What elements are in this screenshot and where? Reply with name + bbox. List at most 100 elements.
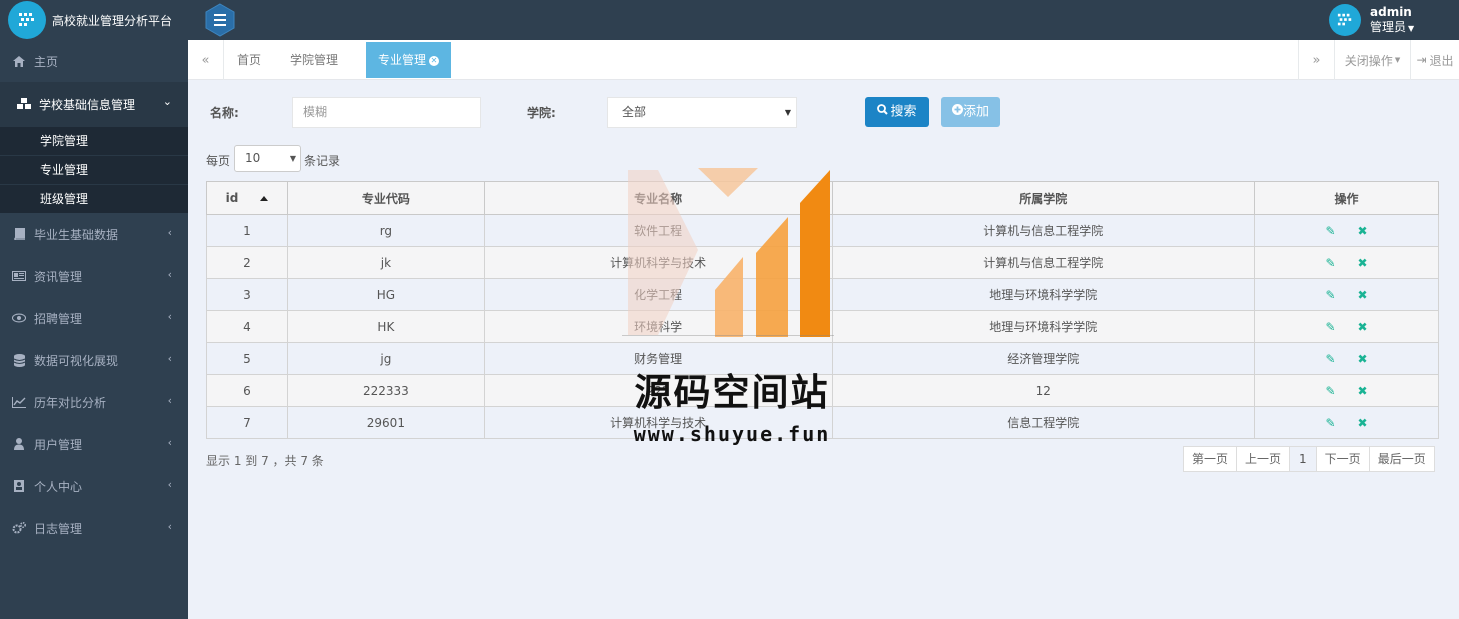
- sidebar-item-home[interactable]: 主页: [0, 40, 188, 82]
- column-header-college[interactable]: 所属学院: [831, 181, 1256, 215]
- sidebar-submenu: 学院管理 专业管理 班级管理: [0, 126, 188, 213]
- cell-code: 29601: [286, 406, 485, 439]
- delete-icon[interactable]: ✖: [1358, 352, 1368, 366]
- user-name: admin: [1370, 4, 1412, 19]
- edit-icon[interactable]: ✎: [1325, 384, 1335, 398]
- delete-icon[interactable]: ✖: [1358, 416, 1368, 430]
- home-icon: [12, 54, 26, 68]
- sidebar-item-major-manage[interactable]: 专业管理: [0, 155, 188, 184]
- sidebar-item-user-manage[interactable]: 用户管理 ‹: [0, 423, 188, 465]
- delete-icon[interactable]: ✖: [1358, 224, 1368, 238]
- edit-icon[interactable]: ✎: [1325, 320, 1335, 334]
- sidebar-item-label: 学校基础信息管理: [39, 97, 136, 112]
- next-page-button[interactable]: 下一页: [1315, 446, 1370, 472]
- column-header-code[interactable]: 专业代码: [286, 181, 485, 215]
- sidebar-item-school-basic-info[interactable]: 学校基础信息管理 ⌄: [0, 82, 188, 126]
- logo: [8, 1, 46, 39]
- user-role: 管理员 ▼: [1370, 20, 1414, 36]
- cell-id: 1: [206, 214, 288, 247]
- search-button-label: 搜索: [890, 104, 917, 120]
- name-search-input[interactable]: 模糊: [292, 97, 481, 128]
- sidebar-item-visualization[interactable]: 数据可视化展现 ‹: [0, 339, 188, 381]
- table-header-row: id 专业代码 专业名称 所属学院 操作: [206, 181, 1439, 215]
- cell-code: jk: [286, 246, 485, 279]
- chevron-left-icon: ‹: [167, 436, 172, 449]
- table-row: 4 HK 环境科学 地理与环境科学学院 ✎ ✖: [206, 310, 1439, 343]
- caret-down-icon: ▼: [784, 108, 791, 117]
- tab-major-manage[interactable]: 专业管理 ✕: [366, 42, 452, 78]
- delete-icon[interactable]: ✖: [1358, 384, 1368, 398]
- sidebar-item-label: 用户管理: [34, 437, 83, 452]
- cell-college: 地理与环境科学学院: [831, 310, 1256, 343]
- watermark-url: www.shuyue.fun: [633, 422, 831, 446]
- delete-icon[interactable]: ✖: [1358, 256, 1368, 270]
- tab-college-manage[interactable]: 学院管理: [290, 40, 338, 80]
- sidebar-item-personal-center[interactable]: 个人中心 ‹: [0, 465, 188, 507]
- edit-icon[interactable]: ✎: [1325, 256, 1335, 270]
- page-size-select[interactable]: 10 ▼: [234, 145, 301, 172]
- sidebar-item-label: 个人中心: [34, 479, 83, 494]
- chevron-down-icon: ⌄: [162, 95, 172, 108]
- sidebar-item-college-manage[interactable]: 学院管理: [0, 126, 188, 155]
- delete-icon[interactable]: ✖: [1358, 288, 1368, 302]
- chevron-left-icon: ‹: [167, 520, 172, 533]
- cell-code: jg: [286, 342, 485, 375]
- sidebar-item-log-manage[interactable]: 日志管理 ‹: [0, 507, 188, 549]
- cell-id: 5: [206, 342, 288, 375]
- caret-down-icon: ▼: [289, 154, 296, 163]
- sidebar-item-label: 招聘管理: [34, 311, 83, 326]
- edit-icon[interactable]: ✎: [1325, 416, 1335, 430]
- sidebar-item-class-manage[interactable]: 班级管理: [0, 184, 188, 213]
- chevron-left-icon: ‹: [167, 352, 172, 365]
- app: 高校就业管理分析平台 admin 管理员 ▼ 主页 学校基础信息管理 ⌄ 学院管…: [0, 0, 1459, 619]
- logo-icon: [19, 13, 34, 26]
- sidebar-item-recruitment[interactable]: 招聘管理 ‹: [0, 297, 188, 339]
- user-menu[interactable]: admin 管理员 ▼: [1329, 0, 1459, 40]
- tab-scroll-right-button[interactable]: »: [1298, 40, 1334, 80]
- tab-label: 专业管理: [378, 53, 427, 67]
- column-header-name[interactable]: 专业名称: [483, 181, 833, 215]
- watermark-text: 源码空间站: [634, 371, 830, 414]
- tab-home[interactable]: 首页: [237, 40, 261, 80]
- table-row: 2 jk 计算机科学与技术 计算机与信息工程学院 ✎ ✖: [206, 246, 1439, 279]
- sidebar-item-graduate-data[interactable]: 毕业生基础数据 ‹: [0, 213, 188, 255]
- first-page-button[interactable]: 第一页: [1183, 446, 1238, 472]
- sidebar-item-yearly-compare[interactable]: 历年对比分析 ‹: [0, 381, 188, 423]
- sidebar-item-label: 毕业生基础数据: [34, 227, 119, 242]
- prev-page-button[interactable]: 上一页: [1236, 446, 1291, 472]
- table-row: 1 rg 软件工程 计算机与信息工程学院 ✎ ✖: [206, 214, 1439, 247]
- last-page-button[interactable]: 最后一页: [1368, 446, 1435, 472]
- avatar-icon: [1337, 13, 1352, 26]
- edit-icon[interactable]: ✎: [1325, 224, 1335, 238]
- cell-name: 化学工程: [483, 278, 833, 311]
- user-role-label: 管理员: [1370, 19, 1407, 34]
- pagination-summary: 显示 1 到 7 ，共 7 条: [206, 454, 324, 468]
- cell-actions: ✎ ✖: [1254, 342, 1439, 375]
- chevron-left-icon: ‹: [167, 394, 172, 407]
- cell-code: HG: [286, 278, 485, 311]
- column-header-label: id: [225, 191, 239, 205]
- book-icon: [12, 227, 26, 241]
- close-operations-dropdown[interactable]: 关闭操作 ▼: [1334, 40, 1410, 80]
- cell-code: HK: [286, 310, 485, 343]
- edit-icon[interactable]: ✎: [1325, 352, 1335, 366]
- cell-name: 软件工程: [483, 214, 833, 247]
- cell-college: 计算机与信息工程学院: [831, 246, 1256, 279]
- close-icon[interactable]: ✕: [429, 55, 440, 66]
- search-button[interactable]: 搜索: [865, 97, 929, 127]
- delete-icon[interactable]: ✖: [1358, 320, 1368, 334]
- current-page-button[interactable]: 1: [1289, 446, 1317, 472]
- add-button[interactable]: 添加: [941, 97, 1000, 127]
- tab-scroll-left-button[interactable]: «: [188, 40, 224, 80]
- page-size-value: 10: [245, 151, 261, 165]
- college-select[interactable]: 全部 ▼: [607, 97, 797, 128]
- exit-button[interactable]: ⇥ 退出: [1410, 40, 1459, 80]
- edit-icon[interactable]: ✎: [1325, 288, 1335, 302]
- column-header-actions: 操作: [1254, 181, 1439, 215]
- sort-asc-icon: [260, 196, 269, 201]
- column-header-id[interactable]: id: [206, 181, 288, 215]
- menu-toggle-button[interactable]: [203, 3, 237, 37]
- chevron-left-icon: ‹: [167, 478, 172, 491]
- sidebar-item-news[interactable]: 资讯管理 ‹: [0, 255, 188, 297]
- cell-actions: ✎ ✖: [1254, 214, 1439, 247]
